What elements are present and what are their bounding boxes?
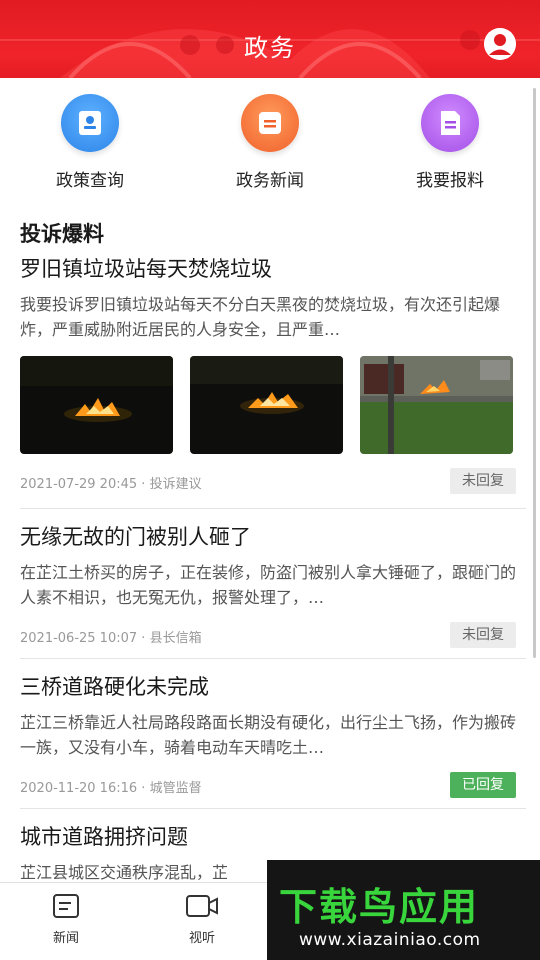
quick-link-label: 我要报料 <box>416 171 484 191</box>
status-badge: 未回复 <box>450 622 516 648</box>
post-photo[interactable] <box>20 356 173 454</box>
divider <box>20 508 526 509</box>
page-title: 政务 <box>244 34 296 62</box>
watermark: 下载鸟应用 www.xiazainiao.com <box>267 860 540 960</box>
quick-link-news[interactable]: 政务新闻 <box>200 94 340 191</box>
main-content[interactable]: 政策查询 政务新闻 我要报料 投诉爆料 罗旧镇垃圾站每天焚烧垃圾 我要投诉罗旧镇… <box>0 78 540 882</box>
tab-label: 新闻 <box>52 931 79 946</box>
quick-link-report[interactable]: 我要报料 <box>380 94 520 191</box>
divider <box>20 808 526 809</box>
post-photo[interactable] <box>190 356 343 454</box>
post-meta: 2021-07-29 20:45 · 投诉建议 未回复 <box>20 468 526 494</box>
tab-label: 视听 <box>188 931 215 946</box>
policy-icon <box>61 94 119 152</box>
post-date-category: 2021-06-25 10:07 · 县长信箱 <box>20 631 202 646</box>
post-photo[interactable] <box>360 356 513 454</box>
news-tab-icon <box>53 894 79 918</box>
post-excerpt: 在芷江土桥买的房子，正在装修，防盗门被别人拿大锤砸了，跟砸门的人素不相识，也无冤… <box>20 563 517 607</box>
quick-links: 政策查询 政务新闻 我要报料 <box>0 78 540 198</box>
watermark-url: www.xiazainiao.com <box>299 930 481 950</box>
user-avatar-button[interactable] <box>484 28 516 60</box>
list-item[interactable]: 罗旧镇垃圾站每天焚烧垃圾 我要投诉罗旧镇垃圾站每天不分白天黑夜的焚烧垃圾，有次还… <box>20 254 526 494</box>
post-date-category: 2021-07-29 20:45 · 投诉建议 <box>20 477 202 492</box>
status-badge: 已回复 <box>450 772 516 798</box>
post-excerpt: 我要投诉罗旧镇垃圾站每天不分白天黑夜的焚烧垃圾，有次还引起爆炸，严重威胁附近居民… <box>20 295 501 339</box>
watermark-logo: 下载鸟应用 <box>279 885 480 929</box>
video-tab-icon <box>186 895 218 917</box>
post-title: 三桥道路硬化未完成 <box>20 675 209 699</box>
post-title: 无缘无故的门被别人砸了 <box>20 525 251 549</box>
post-date-category: 2020-11-20 16:16 · 城管监督 <box>20 781 202 796</box>
tab-news[interactable]: 新闻 <box>26 893 106 946</box>
post-excerpt: 芷江三桥靠近人社局路段路面长期没有硬化，出行尘土飞扬，作为搬砖一族，又没有小车，… <box>20 713 517 757</box>
app-header: 政务 <box>0 0 540 78</box>
list-item[interactable]: 三桥道路硬化未完成 芷江三桥靠近人社局路段路面长期没有硬化，出行尘土飞扬，作为搬… <box>20 672 526 798</box>
post-meta: 2021-06-25 10:07 · 县长信箱 未回复 <box>20 622 526 648</box>
news-icon <box>241 94 299 152</box>
quick-link-label: 政务新闻 <box>236 171 304 191</box>
report-icon <box>421 94 479 152</box>
quick-link-label: 政策查询 <box>56 171 124 191</box>
user-icon <box>484 28 516 60</box>
post-title: 城市道路拥挤问题 <box>20 825 188 849</box>
status-badge: 未回复 <box>450 468 516 494</box>
quick-link-policy[interactable]: 政策查询 <box>20 94 160 191</box>
tab-video[interactable]: 视听 <box>162 893 242 946</box>
list-item[interactable]: 无缘无故的门被别人砸了 在芷江土桥买的房子，正在装修，防盗门被别人拿大锤砸了，跟… <box>20 522 526 648</box>
post-meta: 2020-11-20 16:16 · 城管监督 已回复 <box>20 772 526 798</box>
post-title: 罗旧镇垃圾站每天焚烧垃圾 <box>20 257 272 281</box>
section-title: 投诉爆料 <box>20 222 104 246</box>
post-photos <box>20 356 526 454</box>
divider <box>20 658 526 659</box>
